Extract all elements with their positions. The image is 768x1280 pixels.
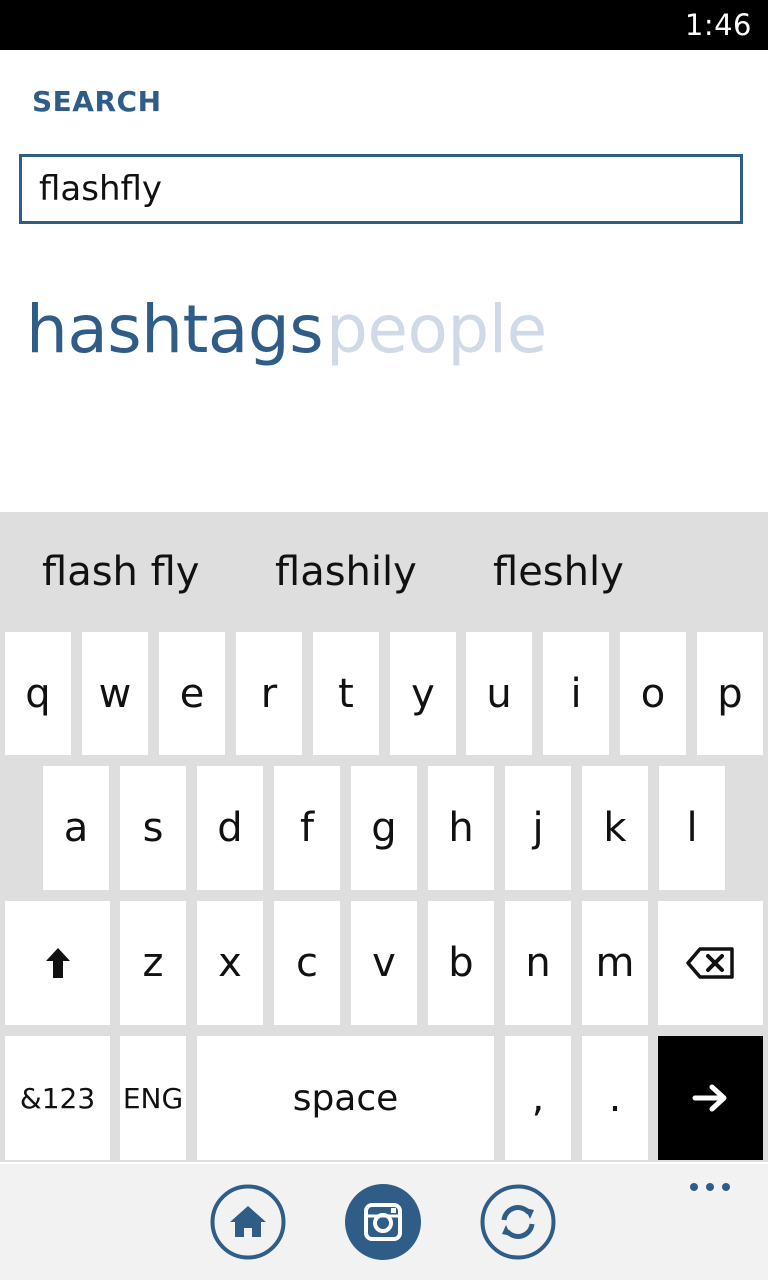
period-key[interactable]: .: [582, 1036, 648, 1160]
search-input[interactable]: [39, 169, 719, 209]
key-l[interactable]: l: [659, 766, 725, 890]
pivot-people[interactable]: people: [326, 290, 547, 370]
suggestion-2[interactable]: flashily: [275, 548, 417, 596]
space-key[interactable]: space: [197, 1036, 494, 1160]
status-time: 1:46: [684, 8, 752, 42]
key-q[interactable]: q: [5, 632, 71, 755]
key-w[interactable]: w: [82, 632, 148, 755]
backspace-icon: [685, 947, 734, 979]
arrow-right-icon: [692, 1084, 726, 1112]
symbols-key[interactable]: &123: [5, 1036, 110, 1160]
key-a[interactable]: a: [43, 766, 109, 890]
key-z[interactable]: z: [120, 901, 186, 1025]
key-s[interactable]: s: [120, 766, 186, 890]
refresh-icon: [480, 1184, 556, 1260]
key-k[interactable]: k: [582, 766, 648, 890]
key-u[interactable]: u: [466, 632, 532, 755]
key-v[interactable]: v: [351, 901, 417, 1025]
camera-icon: [345, 1184, 421, 1260]
page-title: SEARCH: [32, 85, 162, 118]
key-g[interactable]: g: [351, 766, 417, 890]
status-bar: 1:46: [0, 0, 768, 50]
home-icon: [210, 1184, 286, 1260]
key-h[interactable]: h: [428, 766, 494, 890]
search-box[interactable]: [19, 154, 743, 224]
key-e[interactable]: e: [159, 632, 225, 755]
ellipsis-icon: [690, 1183, 730, 1191]
on-screen-keyboard: flash fly flashily fleshly q w e r t y u…: [0, 512, 768, 1162]
comma-key[interactable]: ,: [505, 1036, 571, 1160]
key-m[interactable]: m: [582, 901, 648, 1025]
key-f[interactable]: f: [274, 766, 340, 890]
key-t[interactable]: t: [313, 632, 379, 755]
key-c[interactable]: c: [274, 901, 340, 1025]
camera-button[interactable]: [345, 1184, 421, 1260]
suggestion-3[interactable]: fleshly: [493, 548, 624, 596]
refresh-button[interactable]: [480, 1184, 556, 1260]
key-p[interactable]: p: [697, 632, 763, 755]
home-button[interactable]: [210, 1184, 286, 1260]
key-y[interactable]: y: [390, 632, 456, 755]
shift-icon: [45, 948, 70, 978]
key-d[interactable]: d: [197, 766, 263, 890]
suggestion-1[interactable]: flash fly: [42, 548, 199, 596]
key-b[interactable]: b: [428, 901, 494, 1025]
enter-key[interactable]: [658, 1036, 763, 1160]
app-bar: [0, 1164, 768, 1280]
key-n[interactable]: n: [505, 901, 571, 1025]
key-i[interactable]: i: [543, 632, 609, 755]
key-r[interactable]: r: [236, 632, 302, 755]
shift-key[interactable]: [5, 901, 110, 1025]
backspace-key[interactable]: [658, 901, 763, 1025]
pivot-hashtags[interactable]: hashtags: [26, 290, 324, 370]
key-j[interactable]: j: [505, 766, 571, 890]
key-x[interactable]: x: [197, 901, 263, 1025]
language-key[interactable]: ENG: [120, 1036, 186, 1160]
more-options-button[interactable]: [686, 1178, 734, 1196]
key-o[interactable]: o: [620, 632, 686, 755]
